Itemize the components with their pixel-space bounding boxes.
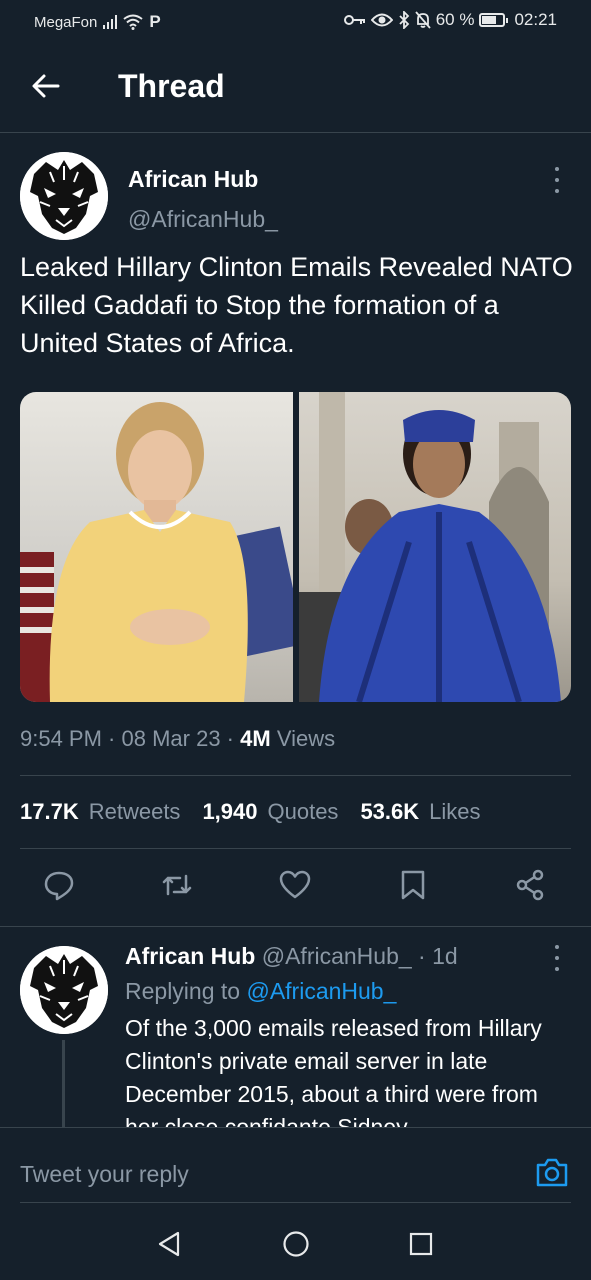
reply-age: 1d bbox=[432, 943, 458, 969]
portrait-illustration bbox=[298, 392, 561, 702]
quotes-count: 1,940 bbox=[202, 799, 258, 824]
reply-header: African Hub @AfricanHub_ · 1d bbox=[125, 943, 458, 969]
nav-home-icon[interactable] bbox=[282, 1230, 310, 1258]
status-right: 60 % 02:21 bbox=[343, 10, 557, 30]
avatar[interactable] bbox=[20, 152, 108, 240]
reply-input[interactable]: Tweet your reply bbox=[20, 1161, 189, 1188]
system-nav-bar bbox=[0, 1212, 591, 1280]
battery-icon bbox=[479, 13, 509, 27]
tweet-media[interactable] bbox=[20, 392, 571, 702]
divider bbox=[20, 775, 571, 776]
reply-composer: Tweet your reply bbox=[0, 1127, 591, 1213]
quotes-stat[interactable]: 1,940 Quotes bbox=[202, 799, 338, 825]
author-handle[interactable]: @AfricanHub_ bbox=[128, 206, 278, 233]
likes-stat[interactable]: 53.6K Likes bbox=[360, 799, 480, 825]
retweets-count: 17.7K bbox=[20, 799, 79, 824]
tweet-time[interactable]: 9:54 PM bbox=[20, 726, 102, 751]
status-bar: MegaFon P 60 % 02:21 bbox=[0, 0, 591, 42]
views-label: Views bbox=[276, 726, 336, 751]
data-saver-icon: P bbox=[149, 12, 161, 31]
camera-icon[interactable] bbox=[535, 1156, 569, 1188]
tweet-text: Leaked Hillary Clinton Emails Revealed N… bbox=[20, 252, 573, 358]
divider bbox=[0, 926, 591, 927]
nav-recents-icon[interactable] bbox=[408, 1230, 434, 1258]
tiger-logo-icon bbox=[20, 946, 108, 1034]
nav-back-icon[interactable] bbox=[156, 1230, 182, 1258]
eye-icon bbox=[370, 13, 393, 27]
reply-author-name[interactable]: African Hub bbox=[125, 943, 255, 969]
top-bar: Thread bbox=[0, 42, 591, 133]
share-icon[interactable] bbox=[514, 868, 548, 902]
replying-handle-link[interactable]: @AfricanHub_ bbox=[246, 978, 396, 1004]
reply-author-handle[interactable]: @AfricanHub_ bbox=[262, 943, 412, 969]
tweet-stats: 17.7K Retweets 1,940 Quotes 53.6K Likes bbox=[20, 799, 481, 825]
composer-underline bbox=[20, 1202, 571, 1203]
media-photo-left[interactable] bbox=[20, 392, 293, 702]
bluetooth-icon bbox=[399, 11, 409, 29]
replying-prefix: Replying to bbox=[125, 978, 241, 1004]
likes-label: Likes bbox=[429, 799, 481, 824]
quotes-label: Quotes bbox=[267, 799, 339, 824]
reply-avatar[interactable] bbox=[20, 946, 108, 1034]
retweets-label: Retweets bbox=[88, 799, 181, 824]
wifi-icon bbox=[123, 14, 143, 30]
key-icon bbox=[343, 15, 365, 25]
status-left: MegaFon P bbox=[34, 12, 161, 32]
tweet-meta: 9:54 PM · 08 Mar 23 · 4M Views bbox=[20, 726, 336, 751]
like-icon[interactable] bbox=[278, 868, 312, 902]
more-icon[interactable] bbox=[554, 167, 560, 193]
battery-percent: 60 % bbox=[435, 10, 475, 29]
bookmark-icon[interactable] bbox=[396, 868, 430, 902]
media-photo-right[interactable] bbox=[298, 392, 571, 702]
carrier-label: MegaFon bbox=[34, 13, 98, 31]
portrait-illustration bbox=[20, 402, 293, 702]
author-name[interactable]: African Hub bbox=[128, 166, 258, 193]
back-arrow-icon[interactable] bbox=[30, 70, 62, 102]
action-bar bbox=[0, 868, 591, 908]
thread-line bbox=[62, 1040, 65, 1130]
clock: 02:21 bbox=[514, 10, 557, 29]
divider bbox=[20, 848, 571, 849]
page-title: Thread bbox=[118, 68, 225, 104]
replying-to: Replying to @AfricanHub_ bbox=[125, 978, 396, 1005]
views-count: 4M bbox=[240, 726, 271, 751]
mute-icon bbox=[415, 11, 431, 29]
retweets-stat[interactable]: 17.7K Retweets bbox=[20, 799, 180, 825]
reply-icon[interactable] bbox=[42, 868, 76, 902]
reply-text: Of the 3,000 emails released from Hillar… bbox=[125, 1015, 542, 1127]
signal-icon bbox=[103, 15, 118, 29]
tweet-date[interactable]: 08 Mar 23 bbox=[122, 726, 221, 751]
retweet-icon[interactable] bbox=[160, 868, 194, 902]
more-icon[interactable] bbox=[554, 945, 560, 971]
likes-count: 53.6K bbox=[360, 799, 420, 824]
tiger-logo-icon bbox=[20, 152, 108, 240]
